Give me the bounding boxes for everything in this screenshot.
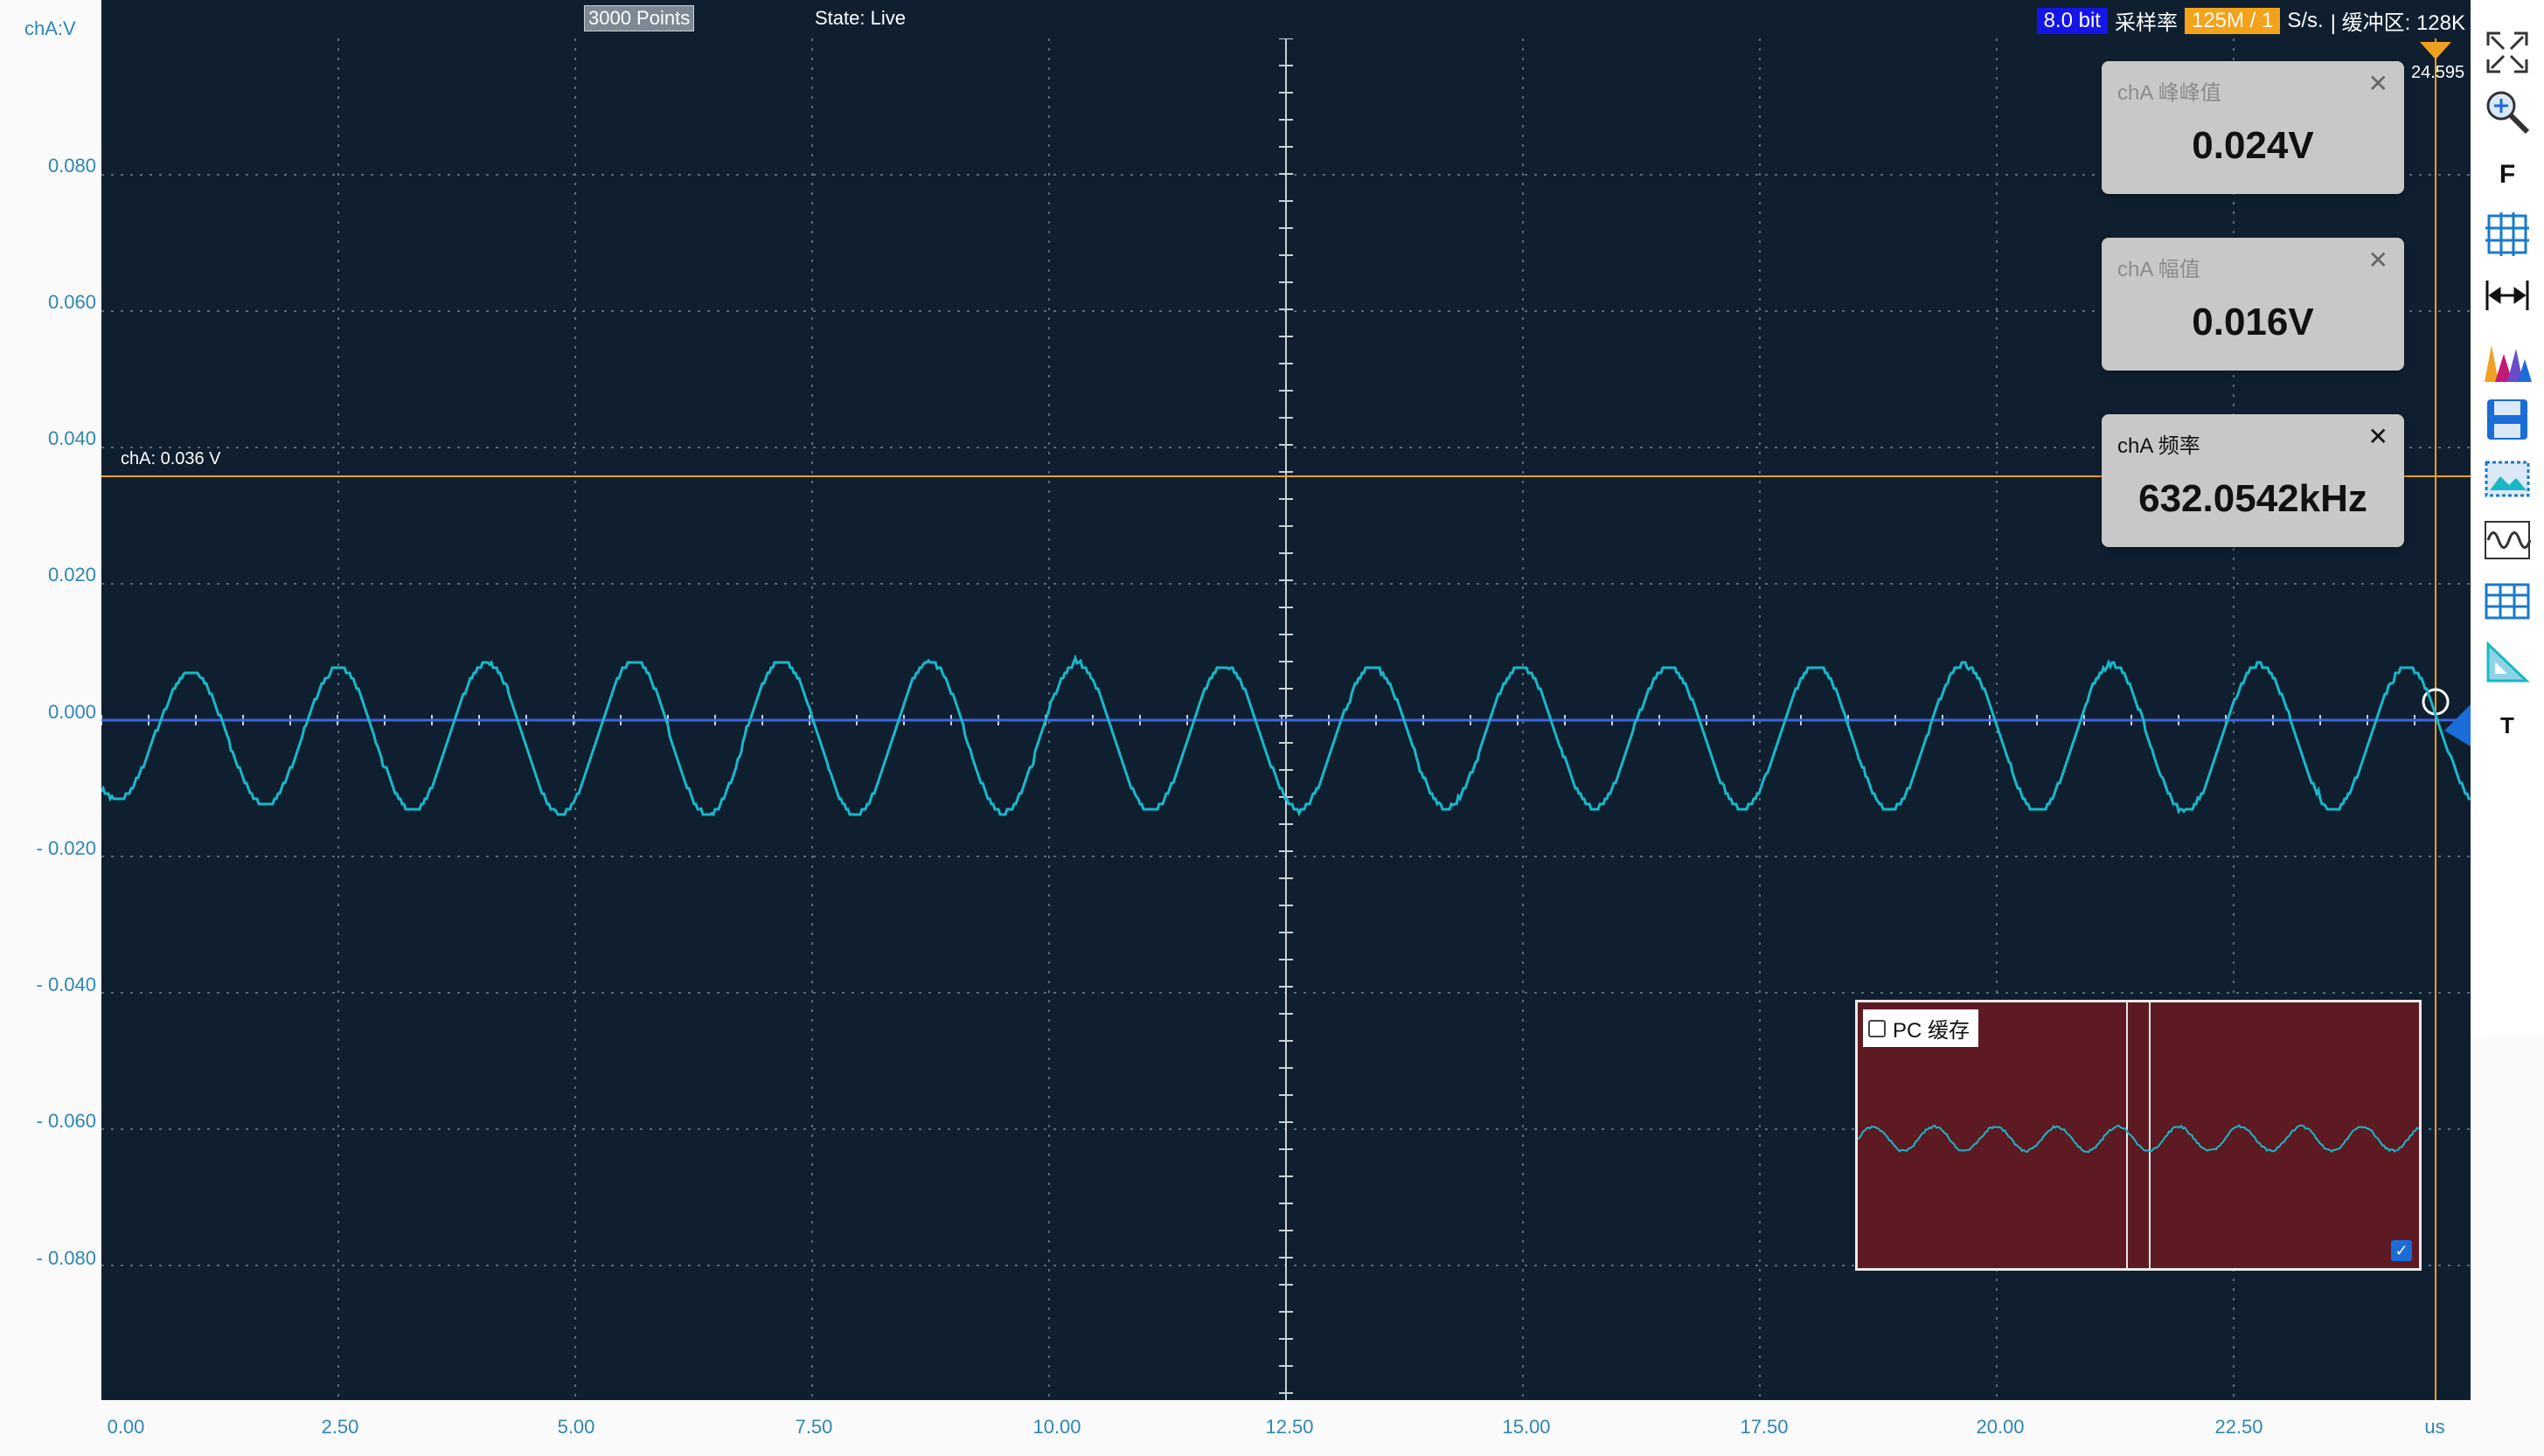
y-tick-label: 0.060 [48, 291, 96, 314]
sample-rate-badge[interactable]: 125M / 1 [2185, 8, 2280, 34]
horizontal-measure-icon[interactable] [2483, 271, 2532, 320]
trigger-level-label: chA: 0.036 V [121, 449, 221, 469]
ruler-icon[interactable] [2483, 638, 2532, 687]
x-tick-label: 12.50 [1265, 1416, 1313, 1439]
fullscreen-icon[interactable] [2483, 28, 2532, 77]
y-tick-label: 0.080 [48, 155, 96, 177]
measurement-value: 0.024V [2102, 124, 2404, 168]
zoom-icon[interactable] [2483, 87, 2532, 136]
right-toolbar: F T [2471, 0, 2544, 1037]
measurement-frequency[interactable]: chA 频率 ✕ 632.0542kHz [2102, 414, 2404, 547]
screenshot-icon[interactable] [2483, 454, 2532, 503]
fft-button[interactable]: F [2483, 150, 2532, 199]
pc-cache-label: PC 缓存 [1893, 1013, 1970, 1043]
sample-rate-label: 采样率 [2115, 5, 2178, 36]
status-bar: 3000 Points State: Live 8.0 bit 采样率 125M… [101, 0, 2471, 39]
measurement-amplitude[interactable]: chA 幅值 ✕ 0.016V [2102, 238, 2404, 371]
channel-unit-label: chA:V [24, 17, 76, 40]
y-tick-label: 0.040 [48, 427, 96, 450]
x-tick-label: 5.00 [558, 1416, 595, 1439]
points-selector[interactable]: 3000 Points [584, 5, 694, 31]
histogram-icon[interactable] [2483, 336, 2532, 385]
sample-rate-unit: S/s. [2287, 9, 2323, 33]
check-icon[interactable]: ✓ [2391, 1240, 2412, 1261]
x-tick-label: 0.00 [108, 1416, 145, 1439]
y-tick-label: 0.020 [48, 564, 96, 586]
x-tick-label: 15.00 [1502, 1416, 1550, 1439]
checkbox-icon[interactable] [1868, 1020, 1886, 1037]
pc-cache-overview[interactable]: PC 缓存 ✓ [1855, 1000, 2422, 1271]
save-icon[interactable] [2483, 395, 2532, 444]
close-icon[interactable]: ✕ [2368, 72, 2388, 96]
close-icon[interactable]: ✕ [2368, 248, 2388, 273]
table-icon[interactable] [2483, 577, 2532, 626]
x-tick-label: 20.00 [1976, 1416, 2024, 1439]
acquisition-info: 8.0 bit 采样率 125M / 1 S/s. | 缓冲区: 128K [2037, 5, 2465, 36]
measurement-value: 0.016V [2102, 301, 2404, 344]
x-tick-label: 2.50 [322, 1416, 359, 1439]
buffer-label: | 缓冲区: 128K [2331, 5, 2465, 36]
measurement-peak-to-peak[interactable]: chA 峰峰值 ✕ 0.024V [2102, 61, 2404, 194]
grid-icon[interactable] [2483, 210, 2532, 259]
measurement-title: chA 频率 [2117, 428, 2200, 459]
x-tick-label: 10.00 [1032, 1416, 1081, 1439]
y-tick-label: - 0.060 [37, 1110, 97, 1133]
y-tick-label: - 0.080 [37, 1247, 97, 1270]
y-tick-label: - 0.020 [37, 837, 97, 860]
x-axis: 0.00 2.50 5.00 7.50 10.00 12.50 15.00 17… [101, 1400, 2471, 1456]
measurement-title: chA 幅值 [2117, 252, 2200, 282]
overview-waveform [1858, 1126, 2419, 1153]
measurement-title: chA 峰峰值 [2117, 75, 2221, 106]
x-tick-label: 7.50 [796, 1416, 833, 1439]
channel-marker-icon [2444, 704, 2471, 746]
y-tick-label: 0.000 [48, 701, 96, 724]
measurement-value: 632.0542kHz [2102, 477, 2404, 521]
x-unit-label: us [2424, 1416, 2444, 1439]
y-axis: chA:V 0.080 0.060 0.040 0.020 0.000 - 0.… [0, 0, 101, 1401]
cursor-time-label: 24.595 [2411, 63, 2464, 83]
pc-cache-checkbox[interactable]: PC 缓存 [1863, 1009, 1978, 1047]
bit-depth-badge[interactable]: 8.0 bit [2037, 8, 2108, 34]
text-tool-button[interactable]: T [2483, 701, 2532, 750]
cursor-marker-icon [2420, 42, 2451, 59]
y-tick-label: - 0.040 [37, 974, 97, 996]
toolbar-lower-area [2471, 1037, 2544, 1456]
x-tick-label: 22.50 [2214, 1416, 2262, 1439]
close-icon[interactable]: ✕ [2368, 425, 2388, 449]
waveform-icon[interactable] [2483, 516, 2532, 565]
x-tick-label: 17.50 [1740, 1416, 1788, 1439]
state-label: State: Live [815, 7, 906, 30]
